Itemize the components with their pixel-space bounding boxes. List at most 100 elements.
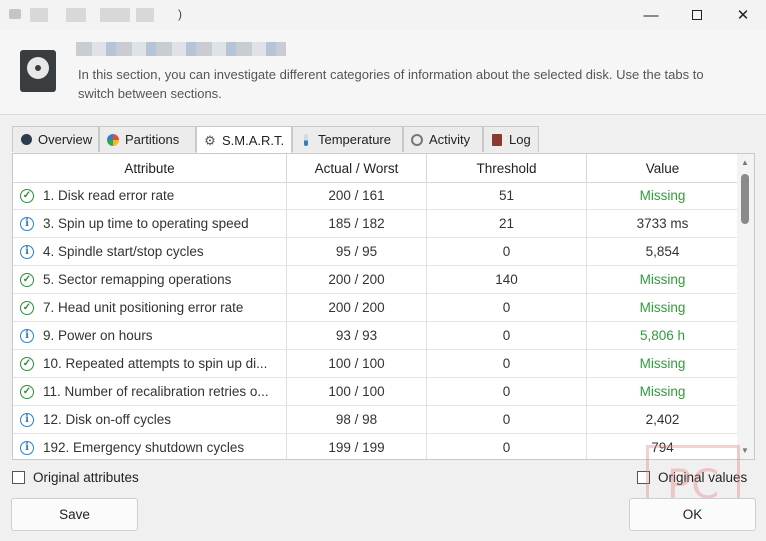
value-cell: 2,402 — [587, 406, 739, 433]
info-circle-icon: i — [20, 244, 34, 259]
tab-activity[interactable]: Activity — [403, 126, 483, 152]
minimize-button[interactable]: — — [628, 0, 674, 30]
threshold-cell: 21 — [427, 210, 587, 237]
tab-label: Activity — [429, 132, 471, 147]
actual-worst-cell: 98 / 98 — [287, 406, 427, 433]
actual-worst-cell: 200 / 200 — [287, 266, 427, 293]
column-header-attribute[interactable]: Attribute — [13, 154, 287, 182]
table-row[interactable]: ✓ 7. Head unit positioning error rate 200 … — [13, 294, 739, 322]
section-header: In this section, you can investigate dif… — [0, 30, 766, 115]
threshold-cell: 51 — [427, 182, 587, 209]
value-cell: Missing — [587, 266, 739, 293]
table-row[interactable]: ✓ 10. Repeated attempts to spin up di... 1… — [13, 350, 739, 378]
actual-worst-cell: 185 / 182 — [287, 210, 427, 237]
table-row[interactable]: i 4. Spindle start/stop cycles 95 / 95 0 5,8… — [13, 238, 739, 266]
threshold-cell: 0 — [427, 378, 587, 405]
attribute-cell: ✓ 7. Head unit positioning error rate — [13, 294, 287, 321]
attribute-name: 9. Power on hours — [43, 328, 153, 343]
value-cell: 3733 ms — [587, 210, 739, 237]
tab-temperature[interactable]: Temperature — [292, 126, 403, 152]
maximize-button[interactable] — [674, 0, 720, 30]
table-row[interactable]: ✓ 5. Sector remapping operations 200 / 200… — [13, 266, 739, 294]
value-cell: Missing — [587, 294, 739, 321]
original-attributes-checkbox[interactable]: Original attributes — [12, 470, 139, 485]
ok-button[interactable]: OK — [629, 498, 756, 531]
tab-label: Log — [509, 132, 531, 147]
attribute-cell: ✓ 1. Disk read error rate — [13, 182, 287, 209]
attribute-cell: ✓ 11. Number of recalibration retries o..… — [13, 378, 287, 405]
table-row[interactable]: i 9. Power on hours 93 / 93 0 5,806 h — [13, 322, 739, 350]
threshold-cell: 0 — [427, 350, 587, 377]
close-icon: ✕ — [736, 7, 750, 24]
log-book-icon — [490, 133, 504, 147]
check-circle-icon: ✓ — [20, 356, 34, 371]
value-cell: 5,806 h — [587, 322, 739, 349]
actual-worst-cell: 100 / 100 — [287, 350, 427, 377]
hard-disk-icon — [20, 50, 56, 92]
column-header-threshold[interactable]: Threshold — [427, 154, 587, 182]
tab-log[interactable]: Log — [483, 126, 539, 152]
attribute-name: 192. Emergency shutdown cycles — [43, 440, 245, 455]
gauge-icon — [410, 133, 424, 147]
tab-smart[interactable]: ⚙ S.M.A.R.T. — [196, 126, 292, 154]
blurred-title-fragment — [100, 8, 130, 22]
actual-worst-cell: 200 / 161 — [287, 182, 427, 209]
value-cell: Missing — [587, 350, 739, 377]
table-row[interactable]: i 12. Disk on-off cycles 98 / 98 0 2,402 — [13, 406, 739, 434]
save-button[interactable]: Save — [11, 498, 138, 531]
smart-table[interactable]: Attribute Actual / Worst Threshold Value… — [12, 153, 755, 460]
attribute-name: 4. Spindle start/stop cycles — [43, 244, 204, 259]
actual-worst-cell: 199 / 199 — [287, 434, 427, 459]
info-circle-icon: i — [20, 328, 34, 343]
threshold-cell: 0 — [427, 406, 587, 433]
maximize-icon — [692, 10, 702, 20]
thermometer-icon — [299, 133, 313, 147]
window-title-suffix: ) — [178, 7, 182, 21]
tab-label: S.M.A.R.T. — [222, 133, 285, 148]
attribute-name: 3. Spin up time to operating speed — [43, 216, 249, 231]
value-cell: Missing — [587, 182, 739, 209]
info-circle-icon: i — [20, 216, 34, 231]
vertical-scrollbar[interactable]: ▲ ▼ — [737, 154, 754, 459]
table-row[interactable]: i 3. Spin up time to operating speed 185 /… — [13, 210, 739, 238]
threshold-cell: 140 — [427, 266, 587, 293]
info-circle-icon: i — [20, 440, 34, 455]
actual-worst-cell: 100 / 100 — [287, 378, 427, 405]
actual-worst-cell: 93 / 93 — [287, 322, 427, 349]
app-icon — [9, 9, 21, 19]
attribute-cell: ✓ 5. Sector remapping operations — [13, 266, 287, 293]
table-row[interactable]: ✓ 11. Number of recalibration retries o..… — [13, 378, 739, 406]
table-header: Attribute Actual / Worst Threshold Value — [13, 154, 739, 183]
checkbox-box[interactable] — [12, 471, 25, 484]
blurred-disk-name — [76, 42, 286, 56]
attribute-cell: i 4. Spindle start/stop cycles — [13, 238, 287, 265]
attribute-cell: ✓ 10. Repeated attempts to spin up di... — [13, 350, 287, 377]
attribute-name: 10. Repeated attempts to spin up di... — [43, 356, 268, 371]
tab-label: Partitions — [125, 132, 180, 147]
gear-icon: ⚙ — [204, 132, 216, 148]
table-row[interactable]: i 192. Emergency shutdown cycles 199 / 199… — [13, 434, 739, 459]
scroll-up-arrow-icon[interactable]: ▲ — [741, 158, 749, 167]
blurred-title-fragment — [30, 8, 48, 22]
attribute-cell: i 9. Power on hours — [13, 322, 287, 349]
check-circle-icon: ✓ — [20, 188, 34, 203]
attribute-name: 11. Number of recalibration retries o... — [43, 384, 269, 399]
column-header-value[interactable]: Value — [587, 154, 739, 182]
check-circle-icon: ✓ — [20, 272, 34, 287]
tab-overview[interactable]: Overview — [12, 126, 99, 152]
attribute-cell: i 12. Disk on-off cycles — [13, 406, 287, 433]
table-row[interactable]: ✓ 1. Disk read error rate 200 / 161 51 Missi… — [13, 182, 739, 210]
value-cell: Missing — [587, 378, 739, 405]
blurred-title-fragment — [136, 8, 154, 22]
tab-partitions[interactable]: Partitions — [99, 126, 196, 152]
actual-worst-cell: 200 / 200 — [287, 294, 427, 321]
info-circle-icon: i — [20, 412, 34, 427]
close-button[interactable]: ✕ — [720, 0, 766, 30]
scroll-thumb[interactable] — [741, 174, 749, 224]
column-header-actual-worst[interactable]: Actual / Worst — [287, 154, 427, 182]
attribute-cell: i 3. Spin up time to operating speed — [13, 210, 287, 237]
scroll-down-arrow-icon[interactable]: ▼ — [741, 446, 749, 455]
attribute-cell: i 192. Emergency shutdown cycles — [13, 434, 287, 459]
attribute-name: 1. Disk read error rate — [43, 188, 175, 203]
title-bar: ) — ✕ — [0, 0, 766, 30]
